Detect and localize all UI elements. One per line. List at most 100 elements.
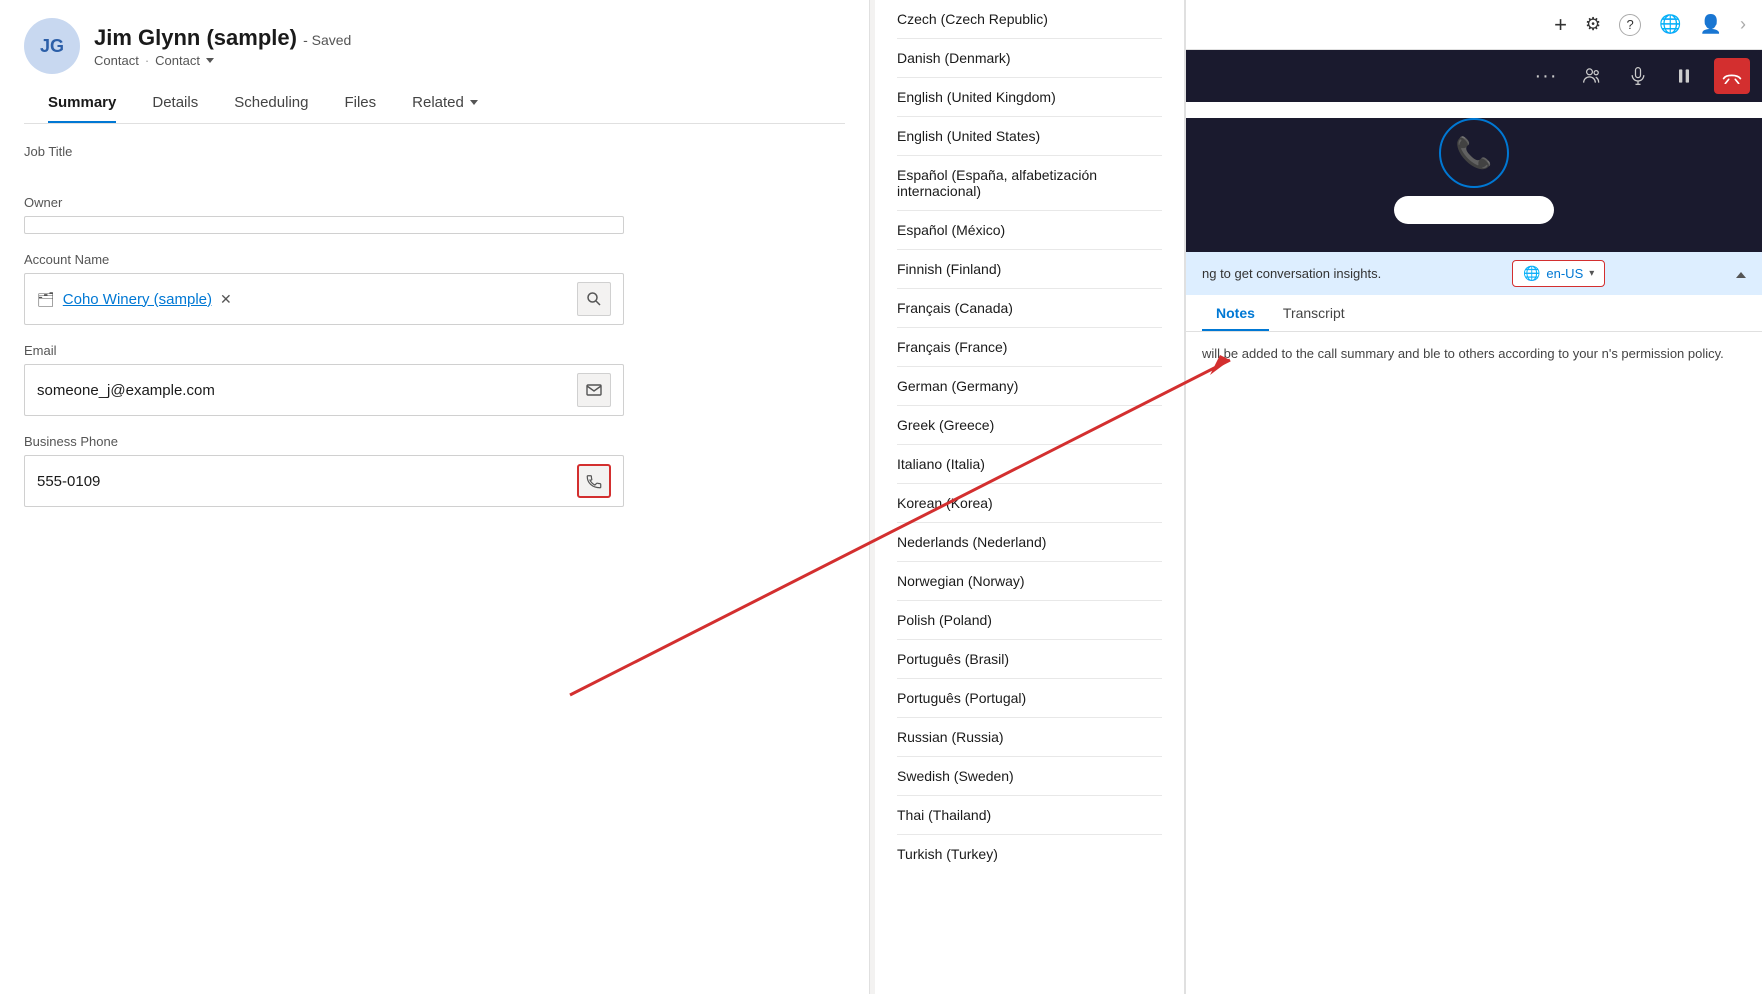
tab-summary-label: Summary — [48, 94, 116, 111]
email-send-button[interactable] — [577, 373, 611, 407]
language-item-english-uk[interactable]: English (United Kingdom) — [875, 78, 1184, 116]
language-selector-button[interactable]: 🌐 en-US ▾ — [1512, 260, 1605, 287]
language-item-dutch[interactable]: Nederlands (Nederland) — [875, 523, 1184, 561]
avatar: JG — [24, 18, 80, 74]
tab-files[interactable]: Files — [326, 84, 394, 123]
hold-icon — [1674, 66, 1694, 86]
settings-icon[interactable]: ⚙ — [1585, 14, 1601, 35]
tab-details[interactable]: Details — [134, 84, 216, 123]
tab-scheduling[interactable]: Scheduling — [216, 84, 326, 123]
contact-type-dropdown[interactable]: Contact — [155, 53, 214, 68]
phone-call-button[interactable] — [577, 464, 611, 498]
email-icon — [586, 382, 602, 398]
language-item-german[interactable]: German (Germany) — [875, 367, 1184, 405]
saved-badge: - Saved — [303, 32, 351, 48]
tab-transcript[interactable]: Transcript — [1269, 295, 1359, 331]
search-icon — [586, 291, 602, 307]
call-phone-icon: 📞 — [1455, 136, 1492, 171]
account-name-label: Account Name — [24, 252, 845, 267]
language-item-espanol-mexico[interactable]: Español (México) — [875, 211, 1184, 249]
email-label: Email — [24, 343, 845, 358]
help-icon[interactable]: ? — [1619, 14, 1641, 36]
language-dropdown: Czech (Czech Republic) Danish (Denmark) … — [875, 0, 1185, 994]
owner-label: Owner — [24, 195, 845, 210]
participants-icon — [1582, 66, 1602, 86]
account-icon: 🗂 — [37, 291, 55, 308]
language-item-portuguese-portugal[interactable]: Português (Portugal) — [875, 679, 1184, 717]
chevron-up-icon — [1736, 272, 1746, 278]
tab-summary[interactable]: Summary — [48, 84, 134, 123]
call-avatar-circle: 📞 — [1439, 118, 1509, 188]
add-icon[interactable]: + — [1554, 12, 1567, 38]
email-field[interactable]: someone_j@example.com — [24, 364, 624, 416]
language-item-italiano[interactable]: Italiano (Italia) — [875, 445, 1184, 483]
language-item-turkish[interactable]: Turkish (Turkey) — [875, 835, 1184, 873]
language-item-thai[interactable]: Thai (Thailand) — [875, 796, 1184, 834]
call-content: 📞 — [1186, 118, 1762, 252]
language-item-danish[interactable]: Danish (Denmark) — [875, 39, 1184, 77]
mute-button[interactable] — [1622, 60, 1654, 92]
subtitle-type1: Contact — [94, 53, 139, 68]
language-item-greek[interactable]: Greek (Greece) — [875, 406, 1184, 444]
globe-icon: 🌐 — [1523, 265, 1540, 282]
language-item-swedish[interactable]: Swedish (Sweden) — [875, 757, 1184, 795]
hold-button[interactable] — [1668, 60, 1700, 92]
chevron-down-icon — [206, 58, 214, 63]
account-search-button[interactable] — [577, 282, 611, 316]
remote-icon[interactable]: 🌐 — [1659, 14, 1681, 35]
language-item-russian[interactable]: Russian (Russia) — [875, 718, 1184, 756]
expand-icon[interactable]: › — [1740, 14, 1746, 35]
tab-files-label: Files — [344, 94, 376, 111]
language-item-norwegian[interactable]: Norwegian (Norway) — [875, 562, 1184, 600]
notes-info-text: will be added to the call summary and bl… — [1202, 346, 1746, 361]
tab-related-label: Related — [412, 94, 464, 111]
call-panel: + ⚙ ? 🌐 👤 › ··· — [1185, 0, 1762, 994]
transcript-tab-label: Transcript — [1283, 305, 1345, 321]
participants-button[interactable] — [1576, 60, 1608, 92]
user-icon[interactable]: 👤 — [1700, 14, 1722, 35]
chevron-down-icon: ▾ — [1589, 268, 1594, 279]
language-item-czech[interactable]: Czech (Czech Republic) — [875, 0, 1184, 38]
end-call-button[interactable] — [1714, 58, 1750, 94]
business-phone-field[interactable]: 555-0109 — [24, 455, 624, 507]
collapse-icon[interactable] — [1736, 266, 1746, 281]
account-name-field[interactable]: 🗂 Coho Winery (sample) ✕ — [24, 273, 624, 325]
tab-related-content: Related — [412, 94, 478, 111]
insights-text: ng to get conversation insights. — [1202, 266, 1381, 281]
language-item-portuguese-brazil[interactable]: Português (Brasil) — [875, 640, 1184, 678]
language-item-korean[interactable]: Korean (Korea) — [875, 484, 1184, 522]
tab-scheduling-label: Scheduling — [234, 94, 308, 111]
subtitle-type2-label: Contact — [155, 53, 200, 68]
crm-title-area: Jim Glynn (sample) - Saved Contact · Con… — [94, 25, 351, 68]
notes-tab-label: Notes — [1216, 305, 1255, 321]
phone-icon — [585, 472, 603, 490]
language-selector-label: en-US — [1546, 266, 1583, 281]
email-value: someone_j@example.com — [37, 382, 569, 399]
language-item-polish[interactable]: Polish (Poland) — [875, 601, 1184, 639]
tab-related[interactable]: Related — [394, 84, 496, 123]
business-phone-label: Business Phone — [24, 434, 845, 449]
crm-form: Job Title Owner Account Name 🗂 Coho Wine… — [0, 124, 869, 958]
notes-info: will be added to the call summary and bl… — [1186, 332, 1762, 375]
account-name-link[interactable]: Coho Winery (sample) — [63, 291, 212, 308]
crm-panel: JG Jim Glynn (sample) - Saved Contact · … — [0, 0, 870, 994]
related-chevron-icon — [470, 100, 478, 105]
language-item-french-canada[interactable]: Français (Canada) — [875, 289, 1184, 327]
top-nav: + ⚙ ? 🌐 👤 › — [1186, 0, 1762, 50]
more-options-button[interactable]: ··· — [1530, 60, 1562, 92]
microphone-icon — [1628, 66, 1648, 86]
phone-value: 555-0109 — [37, 473, 569, 490]
job-title-label: Job Title — [24, 144, 845, 159]
language-item-espanol-spain[interactable]: Español (España, alfabetización internac… — [875, 156, 1184, 210]
language-item-english-us[interactable]: English (United States) — [875, 117, 1184, 155]
contact-name: Jim Glynn (sample) - Saved — [94, 25, 351, 51]
tab-notes[interactable]: Notes — [1202, 295, 1269, 331]
crm-header: JG Jim Glynn (sample) - Saved Contact · … — [0, 0, 869, 124]
account-clear-button[interactable]: ✕ — [220, 291, 232, 308]
language-item-finnish[interactable]: Finnish (Finland) — [875, 250, 1184, 288]
owner-field[interactable] — [24, 216, 624, 234]
call-name-bar — [1394, 196, 1554, 224]
tab-details-label: Details — [152, 94, 198, 111]
notes-transcript-tabs: Notes Transcript — [1186, 295, 1762, 332]
language-item-french-france[interactable]: Français (France) — [875, 328, 1184, 366]
